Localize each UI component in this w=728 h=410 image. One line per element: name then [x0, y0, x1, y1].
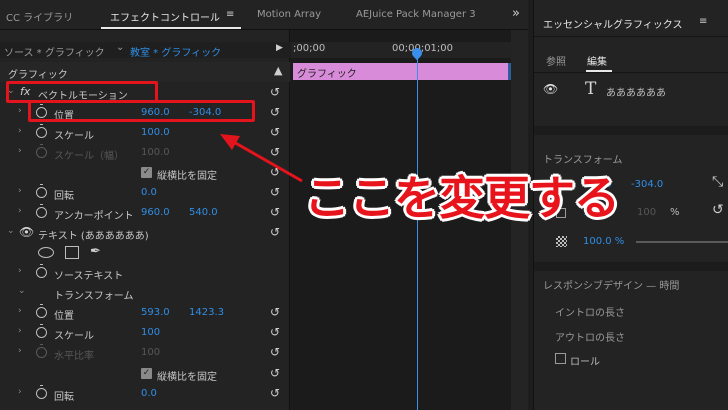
- annotation-callout: ここを変更する: [304, 171, 620, 225]
